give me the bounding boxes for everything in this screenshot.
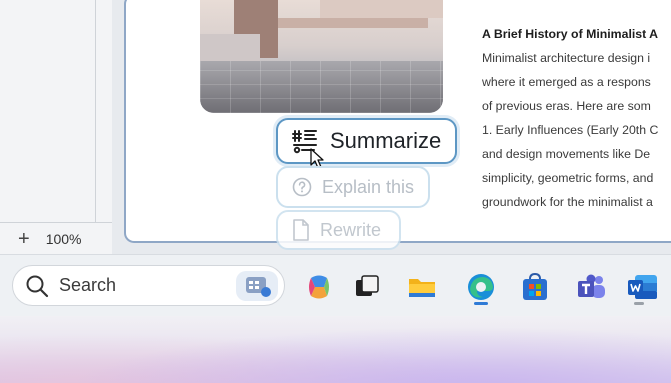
help-circle-icon — [292, 177, 312, 197]
zoom-level[interactable]: 100% — [46, 231, 82, 247]
article-line: 1. Early Influences (Early 20th C — [482, 123, 659, 137]
rewrite-label: Rewrite — [320, 219, 382, 240]
file-explorer-icon[interactable] — [405, 270, 439, 304]
search-label: Search — [59, 275, 117, 295]
rewrite-button[interactable]: Rewrite — [276, 210, 401, 250]
article-title: A Brief History of Minimalist A — [482, 27, 659, 41]
summarize-label: Summarize — [330, 128, 442, 153]
zoom-in-button[interactable]: + — [18, 229, 30, 249]
article-line: and design movements like De — [482, 147, 651, 161]
explain-this-button[interactable]: Explain this — [276, 166, 430, 208]
edge-icon[interactable] — [464, 270, 498, 304]
document-icon — [293, 219, 309, 241]
article-line: Minimalist architecture design i — [482, 51, 651, 65]
article-line: of previous eras. Here are som — [482, 99, 651, 113]
word-icon[interactable] — [625, 270, 659, 304]
taskbar-search[interactable]: Search — [12, 265, 285, 306]
taskbar: Search — [0, 254, 671, 317]
article-line: simplicity, geometric forms, and — [482, 171, 654, 185]
zoom-bar: + 100% — [0, 222, 112, 254]
pane-divider — [95, 0, 96, 222]
search-icon — [26, 275, 49, 297]
teams-icon[interactable] — [574, 270, 608, 304]
explain-this-label: Explain this — [322, 176, 415, 197]
copilot-icon[interactable] — [302, 270, 336, 304]
task-view-icon[interactable] — [350, 270, 384, 304]
article-text: A Brief History of Minimalist A Minimali… — [482, 22, 671, 214]
microsoft-store-icon[interactable] — [518, 270, 552, 304]
desktop-wallpaper — [0, 316, 671, 383]
search-highlight-icon[interactable] — [236, 271, 278, 301]
active-app-indicator — [474, 302, 488, 305]
article-line: where it emerged as a respons — [482, 75, 651, 89]
left-pane: + 100% — [0, 0, 113, 254]
architecture-photo — [200, 0, 443, 113]
summarize-button[interactable]: Summarize — [276, 118, 457, 164]
article-line: groundwork for the minimalist a — [482, 195, 653, 209]
running-app-indicator — [634, 302, 644, 305]
